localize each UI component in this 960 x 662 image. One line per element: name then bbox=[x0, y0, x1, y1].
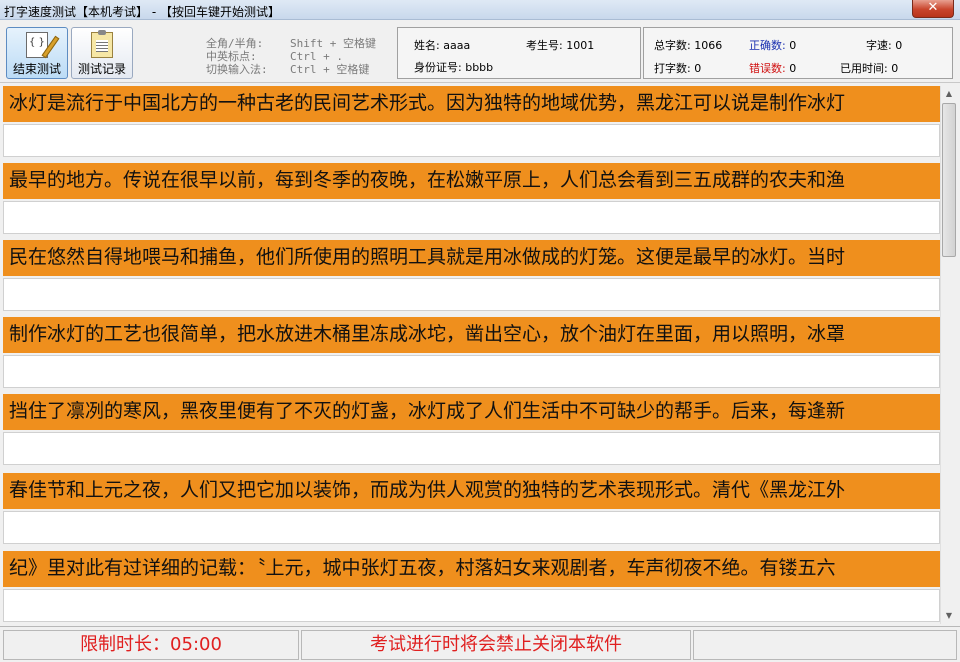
test-record-label: 测试记录 bbox=[77, 62, 126, 76]
original-text-line: 纪》里对此有过详细的记载：〝上元，城中张灯五夜，村落妇女来观剧者，车声彻夜不绝。… bbox=[3, 551, 940, 587]
line-pair: 纪》里对此有过详细的记载：〝上元，城中张灯五夜，村落妇女来观剧者，车声彻夜不绝。… bbox=[3, 551, 940, 622]
vertical-scrollbar[interactable]: ▲ ▼ bbox=[940, 86, 956, 624]
speed-value: 0 bbox=[895, 39, 903, 52]
speed-field: 字速: 0 bbox=[866, 39, 903, 52]
line-pair: 最早的地方。传说在很早以前，每到冬季的夜晚，在松嫩平原上，人们总会看到三五成群的… bbox=[3, 163, 940, 234]
original-text-line: 民在悠然自得地喂马和捕鱼，他们所使用的照明工具就是用冰做成的灯笼。这便是最早的冰… bbox=[3, 240, 940, 276]
shortcut-row: 切换输入法: Ctrl + 空格键 bbox=[206, 63, 376, 76]
scroll-down-arrow-icon[interactable]: ▼ bbox=[941, 608, 957, 624]
total-chars-value: 1066 bbox=[694, 39, 723, 52]
typed-count-field: 打字数: 0 bbox=[654, 62, 702, 75]
user-info-panel: 姓名: aaaa 考生号: 1001 身份证号: bbbb bbox=[397, 27, 641, 79]
typing-input-line[interactable] bbox=[3, 589, 940, 622]
shortcut-keys: Shift + 空格键 bbox=[290, 37, 376, 50]
elapsed-time-field: 已用时间: 0 bbox=[840, 62, 899, 75]
shortcut-keys: Ctrl + 空格键 bbox=[290, 63, 370, 76]
shortcut-name: 全角/半角: bbox=[206, 37, 264, 50]
typing-input-line[interactable] bbox=[3, 355, 940, 388]
typing-input-line[interactable] bbox=[3, 201, 940, 234]
total-chars-field: 总字数: 1066 bbox=[654, 39, 723, 52]
toolbar: 结束测试 测试记录 全角/半角: Shift + 空格键 中英标点: Ctrl + … bbox=[0, 21, 960, 83]
typing-input-line[interactable] bbox=[3, 511, 940, 544]
exam-warning-text: 考试进行时将会禁止关闭本软件 bbox=[301, 630, 691, 660]
test-record-button[interactable]: 测试记录 bbox=[71, 27, 133, 79]
end-test-label: 结束测试 bbox=[12, 62, 61, 76]
status-empty-cell bbox=[693, 630, 957, 660]
line-pair: 春佳节和上元之夜，人们又把它加以装饰，而成为供人观赏的独特的艺术表现形式。清代《… bbox=[3, 473, 940, 544]
status-bar: 限制时长：05:00 考试进行时将会禁止关闭本软件 bbox=[0, 626, 960, 662]
elapsed-time-value: 0 bbox=[891, 62, 899, 75]
original-text-line: 挡住了凛冽的寒风，黑夜里便有了不灭的灯盏，冰灯成了人们生活中不可缺少的帮手。后来… bbox=[3, 394, 940, 430]
id-value: bbbb bbox=[465, 61, 494, 74]
error-count-field: 错误数: 0 bbox=[749, 62, 797, 75]
end-test-button[interactable]: 结束测试 bbox=[6, 27, 68, 79]
scroll-up-arrow-icon[interactable]: ▲ bbox=[941, 86, 957, 102]
line-pair: 民在悠然自得地喂马和捕鱼，他们所使用的照明工具就是用冰做成的灯笼。这便是最早的冰… bbox=[3, 240, 940, 311]
document-edit-icon bbox=[26, 32, 60, 59]
line-pair: 冰灯是流行于中国北方的一种古老的民间艺术形式。因为独特的地域优势，黑龙江可以说是… bbox=[3, 86, 940, 157]
original-text-line: 最早的地方。传说在很早以前，每到冬季的夜晚，在松嫩平原上，人们总会看到三五成群的… bbox=[3, 163, 940, 199]
error-count-value: 0 bbox=[789, 62, 797, 75]
clipboard-icon bbox=[91, 30, 113, 58]
window-title: 打字速度测试【本机考试】 - 【按回车键开始测试】 bbox=[4, 5, 280, 19]
correct-count-field: 正确数: 0 bbox=[749, 39, 797, 52]
shortcut-row: 全角/半角: Shift + 空格键 bbox=[206, 37, 376, 50]
line-pair: 挡住了凛冽的寒风，黑夜里便有了不灭的灯盏，冰灯成了人们生活中不可缺少的帮手。后来… bbox=[3, 394, 940, 465]
original-text-line: 制作冰灯的工艺也很简单，把水放进木桶里冻成冰坨，凿出空心，放个油灯在里面，用以照… bbox=[3, 317, 940, 353]
original-text-line: 春佳节和上元之夜，人们又把它加以装饰，而成为供人观赏的独特的艺术表现形式。清代《… bbox=[3, 473, 940, 509]
close-button[interactable]: ✕ bbox=[912, 0, 954, 18]
name-value: aaaa bbox=[443, 39, 471, 52]
scrollbar-thumb[interactable] bbox=[942, 103, 956, 257]
typing-input-line[interactable] bbox=[3, 124, 940, 157]
line-pair: 制作冰灯的工艺也很简单，把水放进木桶里冻成冰坨，凿出空心，放个油灯在里面，用以照… bbox=[3, 317, 940, 388]
shortcut-hints: 全角/半角: Shift + 空格键 中英标点: Ctrl + . 切换输入法: Ct… bbox=[206, 37, 376, 76]
shortcut-name: 中英标点: bbox=[206, 50, 257, 63]
title-bar: 打字速度测试【本机考试】 - 【按回车键开始测试】 ✕ bbox=[0, 0, 960, 20]
id-field: 身份证号: bbbb bbox=[414, 61, 494, 74]
typing-area: 冰灯是流行于中国北方的一种古老的民间艺术形式。因为独特的地域优势，黑龙江可以说是… bbox=[3, 86, 940, 624]
typing-input-line[interactable] bbox=[3, 432, 940, 465]
time-limit-text: 限制时长：05:00 bbox=[3, 630, 299, 660]
original-text-line: 冰灯是流行于中国北方的一种古老的民间艺术形式。因为独特的地域优势，黑龙江可以说是… bbox=[3, 86, 940, 122]
typing-input-line[interactable] bbox=[3, 278, 940, 311]
shortcut-row: 中英标点: Ctrl + . bbox=[206, 50, 376, 63]
stats-panel: 总字数: 1066 正确数: 0 字速: 0 打字数: 0 错误数: 0 已用时… bbox=[643, 27, 953, 79]
exam-no-value: 1001 bbox=[566, 39, 595, 52]
exam-no-field: 考生号: 1001 bbox=[526, 39, 595, 52]
correct-count-value: 0 bbox=[789, 39, 797, 52]
shortcut-keys: Ctrl + . bbox=[290, 50, 343, 63]
shortcut-name: 切换输入法: bbox=[206, 63, 268, 76]
typed-count-value: 0 bbox=[694, 62, 702, 75]
name-field: 姓名: aaaa bbox=[414, 39, 471, 52]
